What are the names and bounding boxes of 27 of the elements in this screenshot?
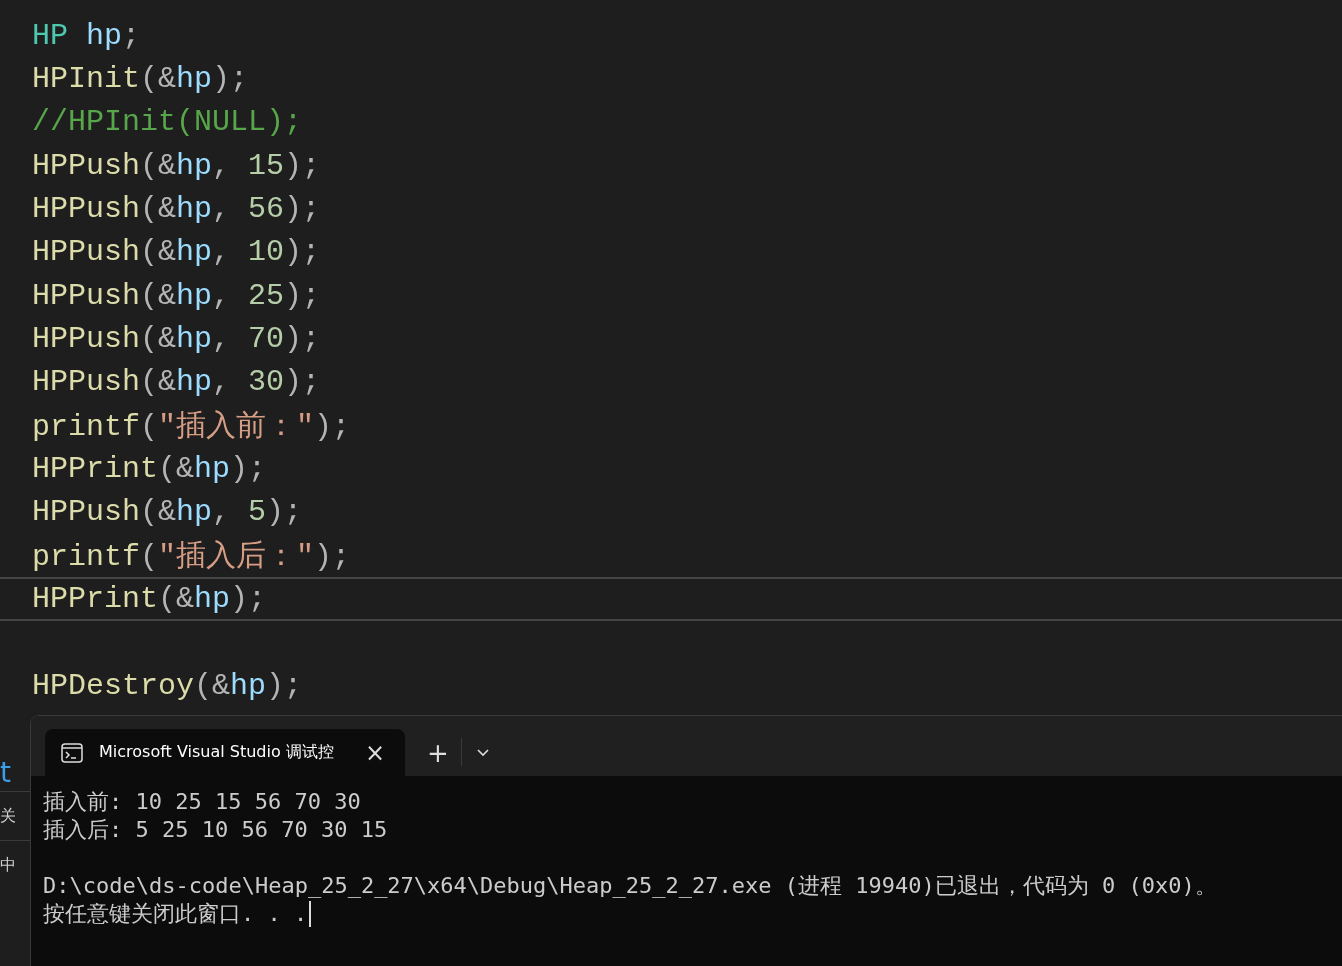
console-tab[interactable]: Microsoft Visual Studio 调试控 × (45, 729, 405, 776)
new-tab-button[interactable]: + (423, 738, 453, 768)
code-line: printf("插入前："); (32, 409, 351, 447)
code-line: HPPush(&hp, 70); (32, 321, 321, 356)
code-line: HPPush(&hp, 25); (32, 278, 321, 313)
code-line: //HPInit(NULL); (32, 105, 303, 140)
code-line: HPInit(&hp); (32, 62, 249, 96)
code-line: HPPush(&hp, 10); (32, 235, 321, 270)
code-line: HPDestroy(&hp); (32, 668, 303, 703)
code-line: HPPush(&hp, 5); (32, 495, 303, 530)
console-line: D:\code\ds-code\Heap_25_2_27\x64\Debug\Heap_25_2_27.exe (进程 19940)已退出，代码为 0 (0x0)。 (43, 872, 1217, 900)
console-line: 按任意键关闭此窗口. . . (43, 900, 308, 928)
tab-title: Microsoft Visual Studio 调试控 (99, 742, 334, 763)
text-cursor (309, 901, 312, 927)
terminal-icon (61, 742, 83, 763)
code-line: HPPush(&hp, 15); (32, 148, 321, 183)
close-button[interactable]: × (360, 738, 389, 767)
chevron-down-icon[interactable] (475, 748, 490, 758)
code-line: HPPrint(&hp); (32, 581, 267, 616)
text-fragment: t (0, 755, 12, 791)
code-line: printf("插入后："); (32, 539, 351, 577)
console-line: 插入前: 10 25 15 56 70 30 (43, 788, 361, 816)
console-line: 插入后: 5 25 10 56 70 30 15 (43, 816, 388, 844)
code-line: HPPush(&hp, 30); (32, 365, 321, 400)
code-line: HPPrint(&hp); (32, 451, 267, 486)
code-line: HPPush(&hp, 56); (32, 191, 321, 226)
code-line: HP hp; (32, 18, 141, 53)
